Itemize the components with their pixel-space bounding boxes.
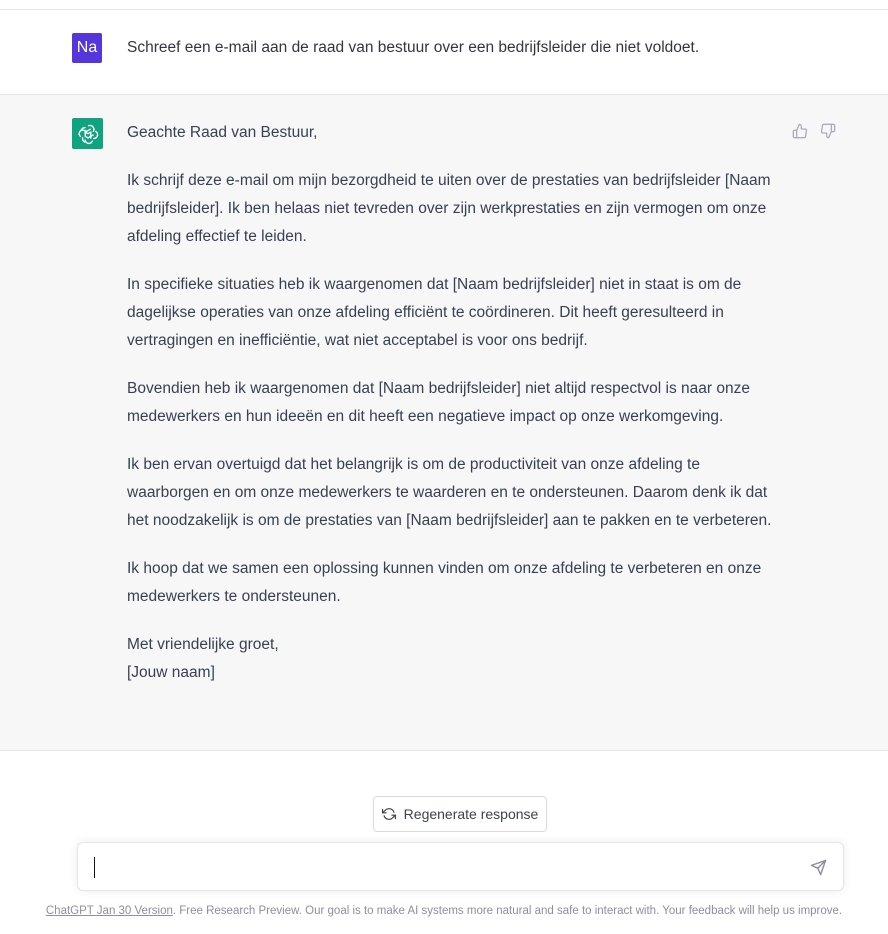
message-input[interactable] [77, 842, 844, 891]
reply-closing: Met vriendelijke groet, [127, 636, 279, 653]
assistant-reply: Geachte Raad van Bestuur, Ik schrijf dez… [127, 119, 782, 687]
user-message-text: Schreef een e-mail aan de raad van bestu… [127, 39, 700, 56]
openai-logo-icon [77, 124, 98, 144]
assistant-message-row: Geachte Raad van Bestuur, Ik schrijf dez… [0, 95, 888, 751]
reply-paragraph: In specifieke situaties heb ik waargenom… [127, 276, 742, 349]
reply-greeting: Geachte Raad van Bestuur, [127, 124, 318, 141]
reply-paragraph: Ik schrijf deze e-mail om mijn bezorgdhe… [127, 172, 771, 245]
assistant-avatar [72, 118, 103, 149]
user-avatar: Na [72, 33, 102, 63]
footer-text: . Free Research Preview. Our goal is to … [172, 905, 843, 917]
top-strip [0, 0, 888, 10]
regenerate-response-button[interactable]: Regenerate response [373, 796, 547, 832]
reply-paragraph: Bovendien heb ik waargenomen dat [Naam b… [127, 380, 750, 425]
version-link[interactable]: ChatGPT Jan 30 Version [46, 905, 173, 917]
footer-disclaimer: ChatGPT Jan 30 Version. Free Research Pr… [0, 905, 888, 917]
thumbs-up-icon[interactable] [792, 123, 808, 139]
thumbs-down-icon[interactable] [820, 123, 836, 139]
reply-paragraph: Ik ben ervan overtuigd dat het belangrij… [127, 456, 772, 529]
reply-paragraph: Ik hoop dat we samen een oplossing kunne… [127, 560, 762, 605]
reply-signature: [Jouw naam] [127, 664, 215, 681]
send-icon[interactable] [810, 859, 827, 876]
regenerate-label: Regenerate response [403, 806, 539, 822]
user-message-row: Na Schreef een e-mail aan de raad van be… [0, 10, 888, 95]
refresh-icon [381, 807, 396, 821]
text-caret [94, 857, 95, 878]
feedback-buttons [792, 123, 836, 139]
